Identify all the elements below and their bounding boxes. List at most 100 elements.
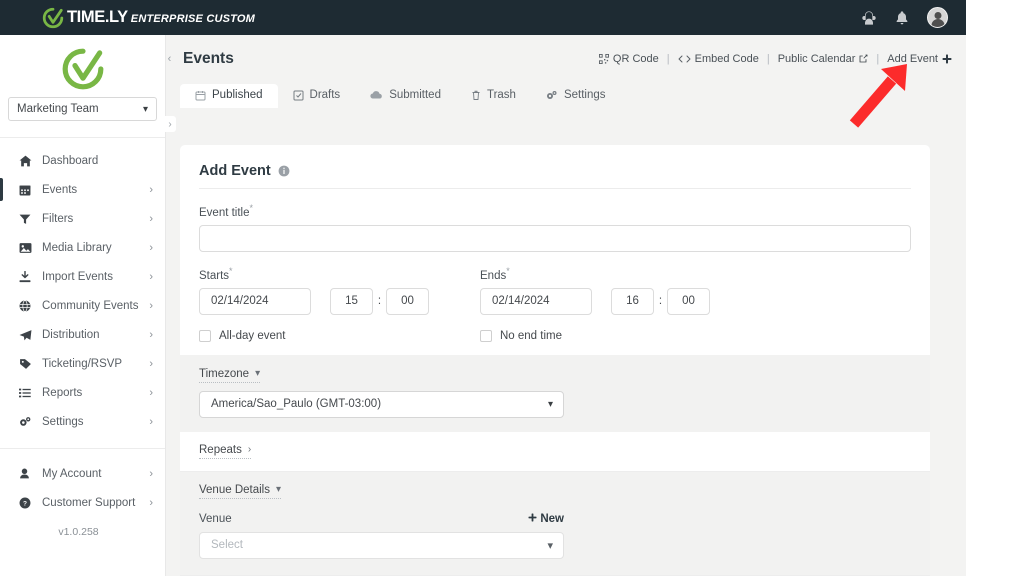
page-title: Events: [183, 49, 234, 67]
chevron-right-icon: ›: [247, 444, 252, 456]
tab-settings[interactable]: Settings: [531, 84, 621, 109]
repeats-section-header[interactable]: Repeats ›: [199, 444, 911, 459]
annotation-arrow-icon: [849, 64, 907, 128]
ends-minute-input[interactable]: 00: [667, 287, 710, 315]
ends-label: Ends*: [480, 266, 761, 282]
sidebar-item-label: Distribution: [42, 328, 100, 341]
user-icon: [19, 468, 34, 480]
sidebar-item-media-library[interactable]: Media Library ›: [0, 233, 165, 262]
tab-trash[interactable]: Trash: [456, 84, 531, 109]
sidebar: Marketing Team ▾ Dashboard Events › Filt…: [0, 35, 166, 576]
funnel-icon: [19, 213, 34, 225]
ends-date-input[interactable]: 02/14/2024: [480, 287, 592, 315]
chevron-down-icon: ▾: [142, 103, 148, 115]
chevron-down-icon: ▾: [255, 368, 261, 380]
sidebar-item-distribution[interactable]: Distribution ›: [0, 320, 165, 349]
starts-fields: 02/14/2024 15 : 00: [199, 287, 480, 315]
link-separator: |: [766, 52, 770, 65]
timely-logo-icon: [42, 7, 64, 28]
sidebar-logo[interactable]: [0, 35, 165, 97]
repeats-section-label: Repeats: [199, 443, 242, 456]
timezone-section-label: Timezone: [199, 367, 250, 380]
time-separator: :: [658, 294, 663, 307]
globe-icon: [19, 299, 34, 312]
sidebar-item-filters[interactable]: Filters ›: [0, 204, 165, 233]
chevron-right-icon: ›: [149, 183, 153, 196]
embed-code-link[interactable]: Embed Code: [678, 53, 759, 65]
sidebar-item-settings[interactable]: Settings ›: [0, 407, 165, 436]
all-day-event-checkbox[interactable]: All-day event: [199, 329, 480, 342]
svg-text:?: ?: [23, 500, 27, 507]
sidebar-divider: [0, 137, 165, 138]
sidebar-divider-footer: [0, 448, 165, 449]
sidebar-item-events[interactable]: Events ›: [0, 175, 165, 204]
top-bar: TIME.LY ENTERPRISE CUSTOM: [0, 0, 966, 35]
bell-icon[interactable]: [894, 10, 910, 26]
repeats-header-inner: Repeats ›: [199, 443, 252, 459]
timezone-value: America/Sao_Paulo (GMT-03:00): [211, 398, 382, 411]
venue-header-inner: Venue Details ▾: [199, 484, 281, 499]
sidebar-item-community-events[interactable]: Community Events ›: [0, 291, 165, 320]
sidebar-item-customer-support[interactable]: ? Customer Support ›: [0, 488, 165, 517]
starts-group: Starts* 02/14/2024 15 : 00: [199, 266, 480, 315]
time-separator: :: [377, 294, 382, 307]
avatar[interactable]: [927, 7, 948, 28]
team-selector[interactable]: Marketing Team ▾: [8, 97, 157, 121]
sidebar-item-label: Events: [42, 183, 78, 196]
calendar-icon: [19, 184, 34, 196]
sidebar-item-label: My Account: [42, 467, 102, 480]
ends-label-text: Ends: [480, 269, 507, 282]
chevron-right-icon: ›: [149, 241, 153, 254]
venue-details-section-label: Venue Details: [199, 483, 270, 496]
sidebar-item-reports[interactable]: Reports ›: [0, 378, 165, 407]
sidebar-item-import-events[interactable]: Import Events ›: [0, 262, 165, 291]
sidebar-item-label: Reports: [42, 386, 83, 399]
app-root: TIME.LY ENTERPRISE CUSTOM Marketing Team…: [0, 0, 1024, 576]
timezone-select[interactable]: America/Sao_Paulo (GMT-03:00) ▾: [199, 390, 564, 418]
support-agent-icon[interactable]: [861, 10, 877, 26]
datetime-row: Starts* 02/14/2024 15 : 00 Ends* 02/14/2…: [180, 252, 930, 315]
qr-code-icon: [598, 53, 609, 64]
starts-minute-input[interactable]: 00: [386, 287, 429, 315]
timezone-section-header[interactable]: Timezone ▾: [199, 368, 911, 383]
tab-label: Drafts: [309, 88, 341, 101]
starts-label-text: Starts: [199, 269, 230, 282]
sidebar-collapse-button[interactable]: ‹: [164, 52, 175, 66]
download-icon: [19, 270, 34, 283]
tab-drafts[interactable]: Drafts: [278, 84, 356, 109]
panel-expand-button[interactable]: ›: [164, 116, 176, 132]
sidebar-item-label: Community Events: [42, 299, 139, 312]
chevron-right-icon: ›: [149, 496, 153, 509]
ends-group: Ends* 02/14/2024 16 : 00: [480, 266, 761, 315]
info-circle-icon[interactable]: [278, 165, 290, 177]
venue-new-button[interactable]: New: [528, 513, 564, 525]
sidebar-item-ticketing-rsvp[interactable]: Ticketing/RSVP ›: [0, 349, 165, 378]
gears-icon: [546, 90, 558, 101]
ends-fields: 02/14/2024 16 : 00: [480, 287, 761, 315]
tab-published[interactable]: Published: [180, 83, 278, 108]
venue-select[interactable]: Select ▾: [199, 531, 564, 559]
plus-icon: [942, 54, 952, 64]
checkbox-box: [199, 329, 211, 342]
tab-submitted[interactable]: Submitted: [355, 84, 456, 109]
team-selector-wrap: Marketing Team ▾: [0, 97, 165, 121]
event-title-input[interactable]: [199, 224, 911, 252]
starts-date-input[interactable]: 02/14/2024: [199, 287, 311, 315]
venue-details-section-header[interactable]: Venue Details ▾: [199, 484, 911, 499]
all-day-event-label: All-day event: [219, 329, 286, 342]
image-icon: [19, 242, 34, 254]
list-icon: [19, 387, 34, 399]
no-end-time-checkbox[interactable]: No end time: [480, 329, 562, 342]
draft-icon: [293, 90, 304, 101]
ends-hour-input[interactable]: 16: [611, 287, 654, 315]
sidebar-item-dashboard[interactable]: Dashboard: [0, 146, 165, 175]
starts-hour-input[interactable]: 15: [330, 287, 373, 315]
venue-label: Venue: [199, 512, 232, 525]
timezone-section: Timezone ▾ America/Sao_Paulo (GMT-03:00)…: [180, 354, 930, 432]
brand-logo-area[interactable]: TIME.LY ENTERPRISE CUSTOM: [42, 7, 255, 29]
app-version: v1.0.258: [58, 526, 99, 538]
event-title-label: Event title*: [199, 203, 911, 219]
tab-label: Submitted: [389, 88, 441, 101]
sidebar-item-my-account[interactable]: My Account ›: [0, 459, 165, 488]
qr-code-link[interactable]: QR Code: [598, 53, 659, 65]
